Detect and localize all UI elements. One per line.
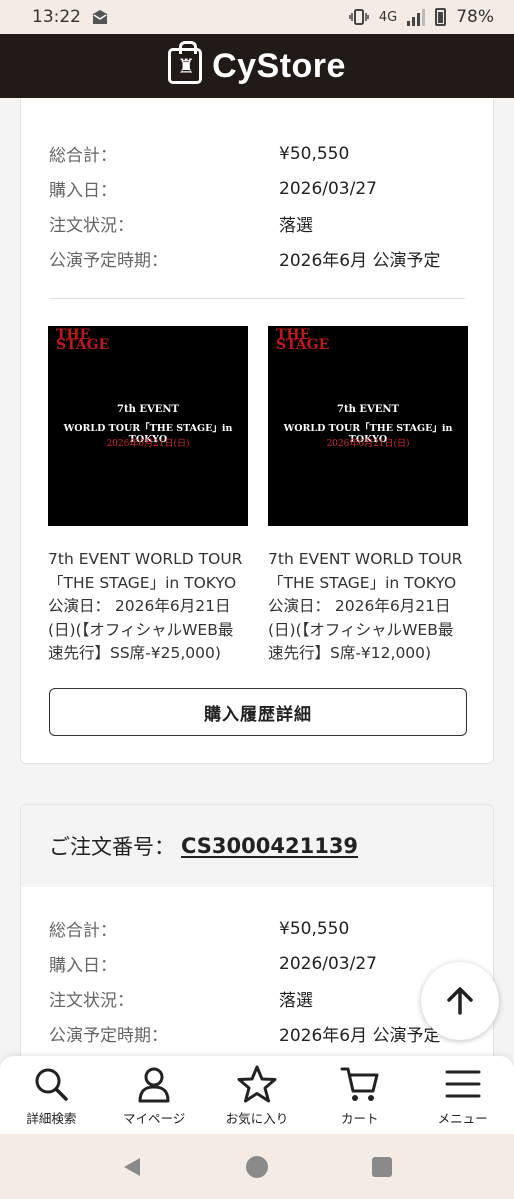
summary-row-schedule: 公演予定時期： 2026年6月 公演予定 xyxy=(49,1026,441,1046)
product-item[interactable]: THE STAGE 7th EVENT WORLD TOUR「THE STAGE」… xyxy=(268,326,468,666)
vibrate-icon xyxy=(349,9,369,25)
battery-level: 78% xyxy=(456,7,494,27)
product-description[interactable]: 7th EVENT WORLD TOUR「THE STAGE」in TOKYO … xyxy=(268,548,468,666)
signal-icon xyxy=(407,8,426,26)
brand-logo[interactable]: CyStore xyxy=(212,47,346,86)
user-icon xyxy=(138,1067,170,1103)
summary-row-schedule: 公演予定時期： 2026年6月 公演予定 xyxy=(49,251,441,271)
stage-logo: THE STAGE xyxy=(56,327,110,353)
product-description[interactable]: 7th EVENT WORLD TOUR「THE STAGE」in TOKYO … xyxy=(48,548,248,666)
battery-icon xyxy=(435,8,447,26)
system-navigation-bar xyxy=(0,1134,514,1199)
summary-row-date: 購入日： 2026/03/27 xyxy=(49,953,377,977)
store-bag-icon[interactable] xyxy=(168,41,203,84)
product-thumbnail[interactable]: THE STAGE 7th EVENT WORLD TOUR「THE STAGE」… xyxy=(48,326,248,526)
product-item[interactable]: THE STAGE 7th EVENT WORLD TOUR「THE STAGE」… xyxy=(48,326,248,666)
nav-mypage[interactable]: マイページ xyxy=(104,1064,204,1127)
star-icon xyxy=(237,1065,277,1103)
nav-favorites[interactable]: お気に入り xyxy=(207,1064,307,1127)
bottom-navigation: 詳細検索 マイページ お気に入り カート メニュー xyxy=(0,1056,514,1134)
summary-row-status: 注文状況： 落選 xyxy=(49,216,313,236)
home-icon[interactable] xyxy=(245,1155,269,1179)
summary-row-total: 総合計： ¥50,550 xyxy=(49,143,350,167)
nav-detailed-search[interactable]: 詳細検索 xyxy=(1,1064,101,1127)
menu-icon xyxy=(445,1070,481,1098)
order-header: ご注文番号： CS3000421139 xyxy=(21,805,493,887)
summary-row-total: 総合計： ¥50,550 xyxy=(49,918,350,942)
back-icon[interactable] xyxy=(120,1155,144,1179)
order-card: 総合計： ¥50,550 購入日： 2026/03/27 注文状況： 落選 公演予定時… xyxy=(20,98,494,764)
status-bar: 13:22 4G 78% xyxy=(0,0,514,34)
nav-menu[interactable]: メニュー xyxy=(413,1064,513,1127)
summary-row-status: 注文状況： 落選 xyxy=(49,991,313,1011)
nav-cart[interactable]: カート xyxy=(310,1064,410,1127)
summary-row-date: 購入日： 2026/03/27 xyxy=(49,178,377,202)
cart-icon xyxy=(340,1067,379,1101)
network-type: 4G xyxy=(378,9,398,25)
order-summary: 総合計： ¥50,550 購入日： 2026/03/27 注文状況： 落選 公演予定時… xyxy=(49,911,469,1051)
order-number-link[interactable]: CS3000421139 xyxy=(181,834,358,858)
product-thumbnail[interactable]: THE STAGE 7th EVENT WORLD TOUR「THE STAGE」… xyxy=(268,326,468,526)
stage-logo: THE STAGE xyxy=(276,327,330,353)
order-summary: 総合計： ¥50,550 購入日： 2026/03/27 注文状況： 落選 公演予定時… xyxy=(49,136,469,276)
order-number-label: ご注文番号： xyxy=(49,835,175,859)
scroll-to-top-button[interactable] xyxy=(421,962,499,1040)
purchase-history-detail-button[interactable]: 購入履歴詳細 xyxy=(49,688,467,736)
search-icon xyxy=(35,1068,69,1101)
recents-icon[interactable] xyxy=(370,1155,394,1179)
divider xyxy=(49,298,465,299)
arrow-up-icon xyxy=(447,987,473,1015)
status-time: 13:22 xyxy=(32,7,81,27)
site-header: CyStore xyxy=(0,34,514,98)
mail-notification-icon xyxy=(93,10,107,24)
